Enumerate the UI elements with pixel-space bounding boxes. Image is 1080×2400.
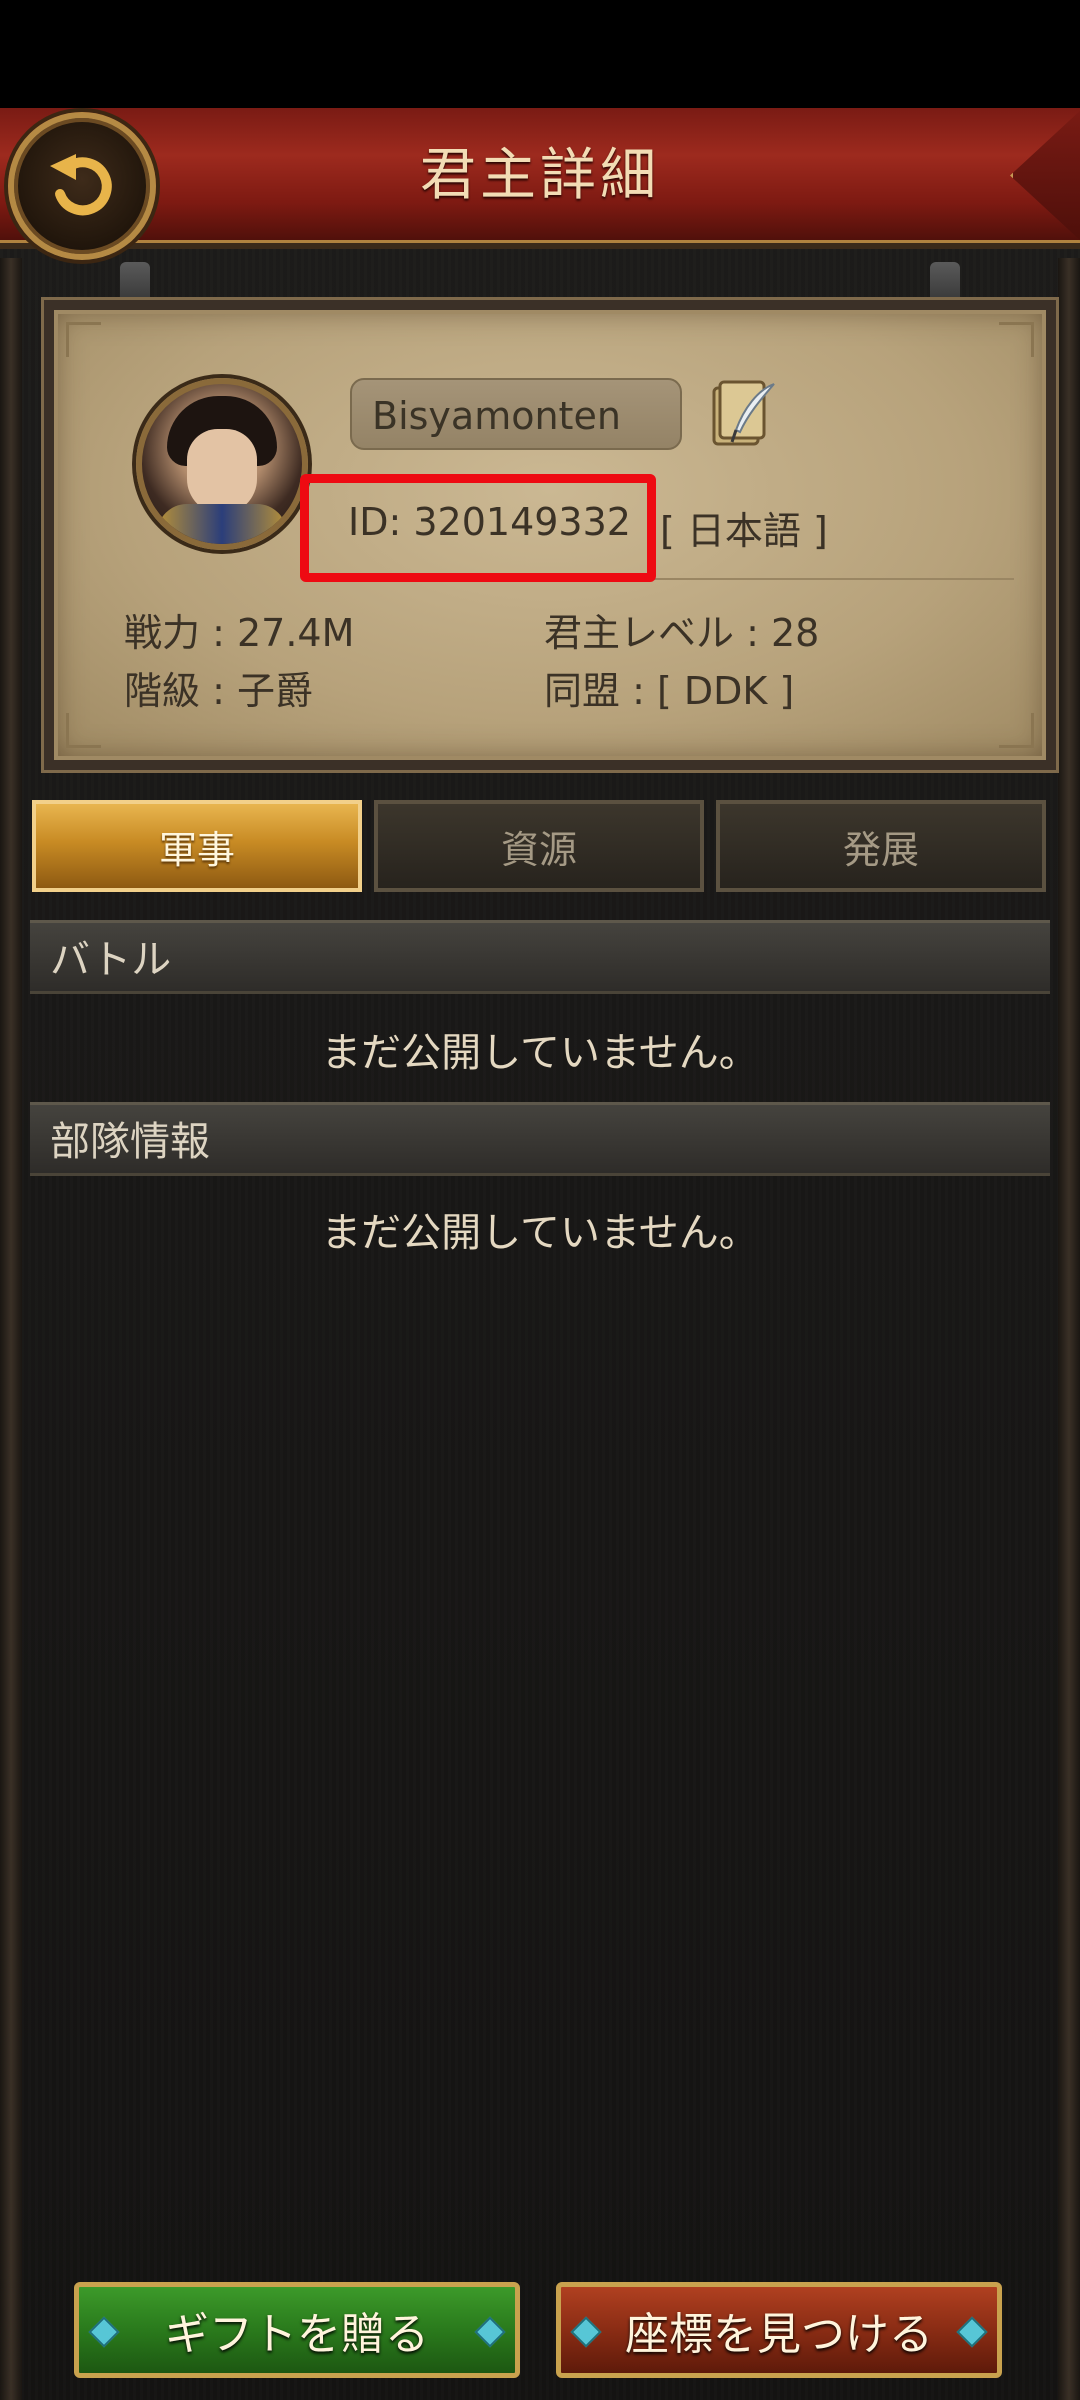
send-gift-label: ギフトを贈る [165, 2309, 429, 2360]
battle-not-public-message: まだ公開していません。 [321, 1030, 759, 1076]
power-stat: 戦力 : 27.4M [124, 611, 355, 655]
section-header-battle: バトル [30, 920, 1050, 994]
lord-name-field: Bisyamonten [350, 378, 682, 450]
id-highlight-box [300, 474, 656, 582]
section-header-troops: 部隊情報 [30, 1102, 1050, 1176]
troops-not-public-message: まだ公開していません。 [321, 1210, 759, 1256]
tab-military[interactable]: 軍事 [32, 800, 362, 892]
tab-development[interactable]: 発展 [716, 800, 1046, 892]
panel-corner [999, 322, 1034, 357]
rename-quill-icon[interactable] [708, 378, 780, 454]
panel-corner [66, 322, 101, 357]
find-coordinates-label: 座標を見つける [625, 2309, 933, 2360]
tab-resources[interactable]: 資源 [374, 800, 704, 892]
button-gem-ornament [570, 2316, 602, 2348]
lord-language: [ 日本語 ] [660, 509, 828, 553]
send-gift-button[interactable]: ギフトを贈る [74, 2282, 520, 2378]
panel-corner [66, 713, 101, 748]
find-coordinates-button[interactable]: 座標を見つける [556, 2282, 1002, 2378]
lord-level-stat: 君主レベル : 28 [544, 611, 820, 655]
button-gem-ornament [88, 2316, 120, 2348]
button-gem-ornament [956, 2316, 988, 2348]
lord-avatar[interactable] [136, 378, 308, 550]
rank-stat: 階級 : 子爵 [124, 669, 313, 713]
panel-corner [999, 713, 1034, 748]
page-title: 君主詳細 [420, 143, 660, 208]
alliance-stat: 同盟 : [ DDK ] [544, 669, 795, 713]
button-gem-ornament [474, 2316, 506, 2348]
